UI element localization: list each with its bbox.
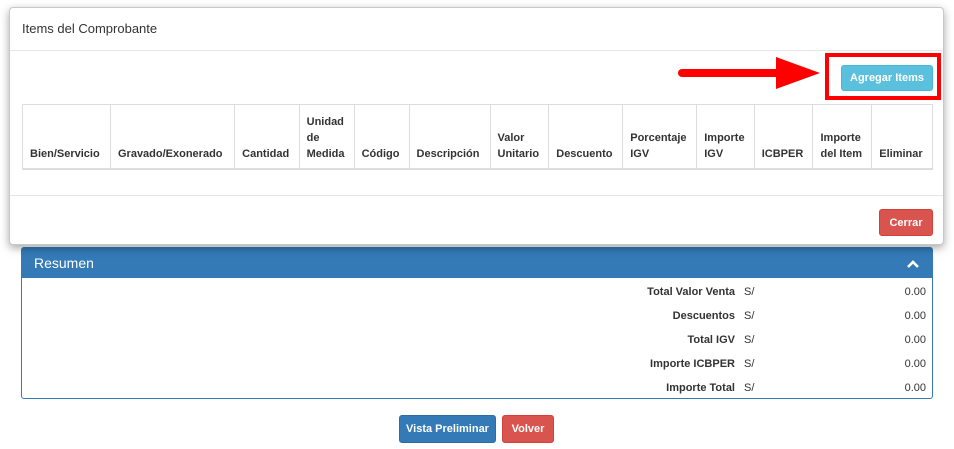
modal-footer: Cerrar xyxy=(10,195,943,245)
column-header: Importe del Item xyxy=(812,104,873,170)
modal-title: Items del Comprobante xyxy=(10,8,943,51)
back-button[interactable]: Volver xyxy=(502,415,554,443)
column-header: Código xyxy=(353,104,410,170)
column-header: Valor Unitario xyxy=(489,104,550,170)
summary-row: Importe Total S/0.00 xyxy=(22,375,932,399)
summary-row: Descuentos S/0.00 xyxy=(22,303,932,327)
close-button[interactable]: Cerrar xyxy=(879,209,933,236)
summary-label: Total IGV xyxy=(687,334,735,346)
summary-value: 0.00 xyxy=(904,334,926,346)
currency-symbol: S/ xyxy=(744,358,755,370)
resumen-header[interactable]: Resumen xyxy=(22,248,932,278)
resumen-title: Resumen xyxy=(34,255,94,271)
summary-value: 0.00 xyxy=(904,286,926,298)
items-table: Bien/Servicio Gravado/Exonerado Cantidad Un… xyxy=(22,104,933,170)
column-header: Bien/Servicio xyxy=(22,104,111,170)
table-header-row: Bien/Servicio Gravado/Exonerado Cantidad Un… xyxy=(22,104,933,170)
column-header: Eliminar xyxy=(871,104,933,170)
column-header: ICBPER xyxy=(753,104,814,170)
column-header: Descuento xyxy=(548,104,624,170)
chevron-up-icon[interactable] xyxy=(906,256,920,270)
summary-label: Total Valor Venta xyxy=(647,286,735,298)
summary-row: Total Valor Venta S/0.00 xyxy=(22,279,932,303)
items-modal: Items del Comprobante Agregar Items Bien… xyxy=(9,7,944,245)
summary-value: 0.00 xyxy=(904,358,926,370)
add-items-button[interactable]: Agregar Items xyxy=(841,65,933,91)
summary-row: Importe ICBPER S/0.00 xyxy=(22,351,932,375)
preview-button[interactable]: Vista Preliminar xyxy=(399,415,496,443)
column-header: Importe IGV xyxy=(696,104,755,170)
currency-symbol: S/ xyxy=(744,286,755,298)
summary-label: Importe Total xyxy=(666,382,735,394)
currency-symbol: S/ xyxy=(744,310,755,322)
column-header: Porcentaje IGV xyxy=(622,104,698,170)
summary-value: 0.00 xyxy=(904,382,926,394)
column-header: Cantidad xyxy=(234,104,300,170)
column-header: Unidad de Medida xyxy=(298,104,355,170)
currency-symbol: S/ xyxy=(744,382,755,394)
red-arrow-icon xyxy=(678,57,820,89)
summary-row: Total IGV S/0.00 xyxy=(22,327,932,351)
summary-label: Importe ICBPER xyxy=(650,358,735,370)
column-header: Gravado/Exonerado xyxy=(109,104,236,170)
resumen-panel: Resumen Total Valor Venta S/0.00 Descuento… xyxy=(21,247,933,399)
summary-value: 0.00 xyxy=(904,310,926,322)
currency-symbol: S/ xyxy=(744,334,755,346)
column-header: Descripción xyxy=(408,104,491,170)
summary-label: Descuentos xyxy=(672,310,735,322)
